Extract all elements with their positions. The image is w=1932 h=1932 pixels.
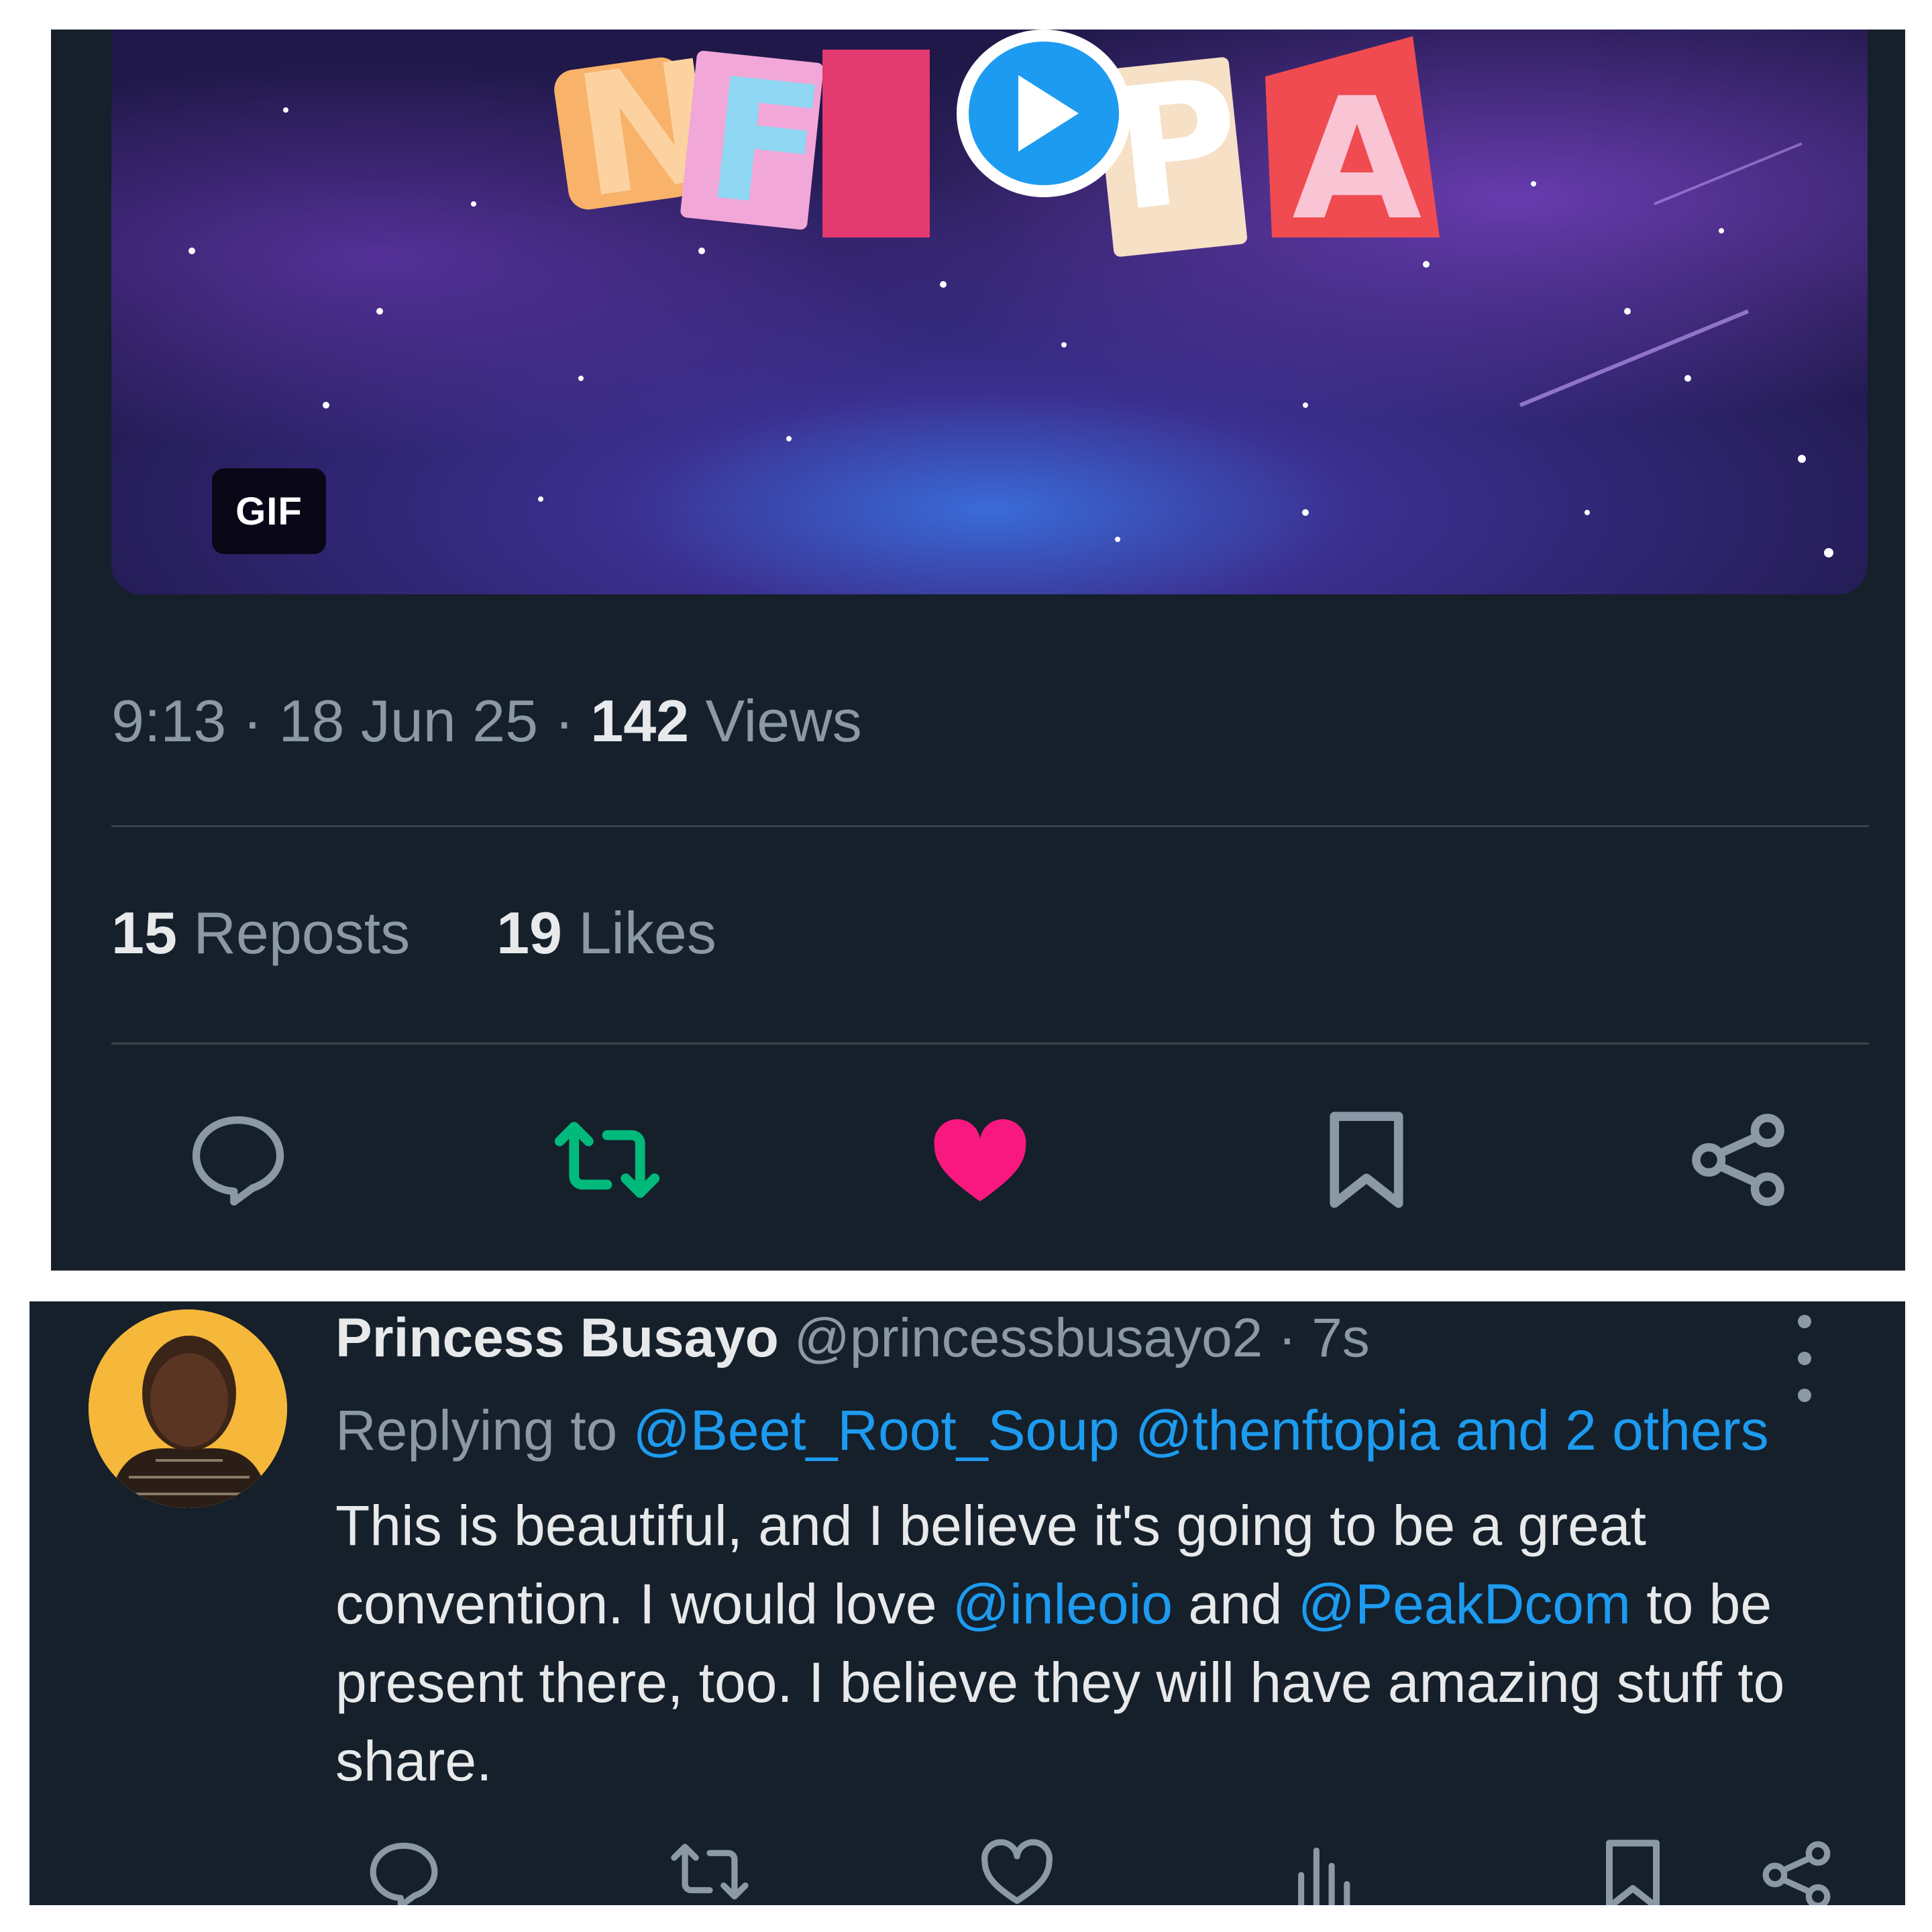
reply-button[interactable] (357, 1838, 451, 1905)
engagement-stats: 15 Reposts 19 Likes (111, 899, 716, 967)
mention-link[interactable]: @inleoio (953, 1572, 1173, 1635)
replying-to: Replying to @Beet_Root_Soup @thenftopia … (335, 1398, 1769, 1463)
reply-icon (192, 1116, 284, 1206)
reply-button[interactable] (181, 1103, 295, 1217)
reply-text: This is beautiful, and I believe it's go… (335, 1494, 1785, 1792)
gif-media[interactable]: N F P A GIF (111, 30, 1868, 594)
bookmark-icon (1330, 1112, 1403, 1208)
share-button[interactable] (1750, 1838, 1843, 1905)
reply-icon (370, 1842, 438, 1905)
like-button[interactable] (970, 1838, 1064, 1905)
repost-button[interactable] (550, 1103, 664, 1217)
views-button[interactable] (1279, 1838, 1373, 1905)
mention-link[interactable]: @PeakDcom (1298, 1572, 1631, 1635)
user-handle[interactable]: @princessbusayo2 (794, 1307, 1263, 1368)
post-meta: 9:13 · 18 Jun 25 · 142 Views (111, 688, 862, 754)
likes-stat[interactable]: 19 Likes (496, 900, 716, 966)
likes-count: 19 (496, 900, 562, 966)
avatar-image (89, 1309, 287, 1508)
post-action-bar (51, 1103, 1905, 1217)
gif-badge: GIF (212, 468, 326, 554)
replying-label: Replying to (335, 1399, 618, 1462)
bookmark-icon (1606, 1839, 1660, 1905)
svg-text:F: F (698, 41, 833, 247)
reply-panel: Princess Busayo @princessbusayo2 · 7s Re… (30, 1301, 1905, 1905)
reposts-stat[interactable]: 15 Reposts (111, 900, 410, 966)
display-name[interactable]: Princess Busayo (335, 1307, 779, 1368)
more-options-icon[interactable] (1784, 1315, 1825, 1402)
play-icon (1018, 75, 1079, 152)
post-time: 9:13 (111, 688, 227, 754)
play-button[interactable] (957, 30, 1131, 197)
repost-icon (554, 1122, 660, 1198)
svg-text:A: A (1292, 62, 1421, 257)
likes-label: Likes (578, 900, 716, 966)
share-icon (1762, 1841, 1831, 1905)
views-label: Views (705, 688, 862, 754)
avatar[interactable] (89, 1309, 287, 1508)
like-icon (934, 1119, 1026, 1201)
post-date: 18 Jun 25 (278, 688, 539, 754)
bookmark-button[interactable] (1586, 1838, 1680, 1905)
bookmark-button[interactable] (1309, 1103, 1424, 1217)
share-button[interactable] (1681, 1103, 1795, 1217)
share-icon (1692, 1114, 1784, 1206)
views-icon (1298, 1847, 1350, 1905)
divider (111, 825, 1869, 827)
reply-age: 7s (1311, 1307, 1370, 1368)
like-button[interactable] (923, 1103, 1037, 1217)
reposts-count: 15 (111, 900, 177, 966)
like-icon (981, 1839, 1053, 1904)
repost-icon (671, 1843, 749, 1900)
post-detail-panel: N F P A GIF 9:13 · 18 Jun 25 · 142 Views (51, 30, 1905, 1271)
reposts-label: Reposts (193, 900, 411, 966)
reply-action-bar (30, 1838, 1905, 1905)
reply-header: Princess Busayo @princessbusayo2 · 7s (335, 1307, 1370, 1368)
divider (111, 1042, 1869, 1044)
repost-button[interactable] (663, 1838, 757, 1905)
views-count: 142 (590, 688, 690, 754)
replying-mentions[interactable]: @Beet_Root_Soup @thenftopia and 2 others (633, 1399, 1769, 1462)
svg-text:P: P (1107, 42, 1250, 249)
